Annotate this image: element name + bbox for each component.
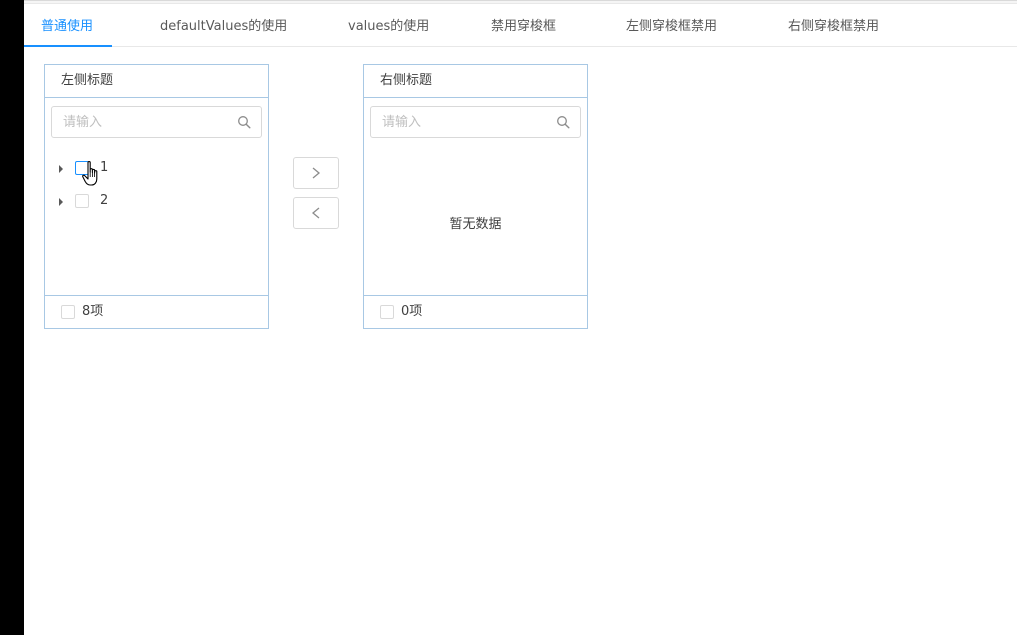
left-panel-footer: 8项 — [45, 295, 268, 328]
left-search-box — [51, 106, 262, 138]
tree-item-checkbox[interactable] — [75, 161, 89, 175]
right-search-box — [370, 106, 581, 138]
tab-values[interactable]: values的使用 — [348, 6, 429, 47]
left-select-all-checkbox[interactable] — [61, 305, 75, 319]
right-item-count: 0项 — [401, 304, 423, 319]
left-panel-title: 左侧标题 — [45, 65, 268, 98]
move-right-button[interactable] — [293, 157, 339, 189]
tree-item-label: 2 — [100, 193, 109, 208]
empty-placeholder-text: 暂无数据 — [449, 217, 502, 232]
tree-item-label: 1 — [100, 160, 109, 175]
top-border — [24, 0, 1017, 4]
tab-bar: 普通使用 defaultValues的使用 values的使用 禁用穿梭框 左侧… — [24, 6, 1017, 47]
caret-right-icon[interactable] — [59, 165, 63, 173]
right-panel-footer: 0项 — [364, 295, 587, 328]
left-item-count: 8项 — [82, 304, 104, 319]
search-icon[interactable] — [237, 115, 251, 129]
chevron-right-icon — [312, 167, 321, 179]
tab-default-values[interactable]: defaultValues的使用 — [160, 6, 287, 47]
right-panel-title: 右侧标题 — [364, 65, 587, 98]
tree-item-checkbox[interactable] — [75, 194, 89, 208]
left-transfer-panel: 左侧标题 1 2 8项 — [44, 64, 269, 329]
left-edge-bar — [0, 0, 24, 635]
tab-disabled-transfer[interactable]: 禁用穿梭框 — [491, 6, 556, 47]
left-search-input[interactable] — [52, 107, 243, 137]
search-icon[interactable] — [556, 115, 570, 129]
tab-normal-use[interactable]: 普通使用 — [41, 6, 93, 47]
right-select-all-checkbox[interactable] — [380, 305, 394, 319]
right-search-input[interactable] — [371, 107, 562, 137]
tab-right-disabled[interactable]: 右侧穿梭框禁用 — [788, 6, 879, 47]
page-main: 普通使用 defaultValues的使用 values的使用 禁用穿梭框 左侧… — [24, 0, 1017, 635]
right-transfer-panel: 右侧标题 暂无数据 0项 — [363, 64, 588, 329]
tree-item[interactable]: 1 — [45, 157, 268, 181]
active-tab-indicator — [24, 45, 112, 47]
tree-item[interactable]: 2 — [45, 190, 268, 214]
tab-left-disabled[interactable]: 左侧穿梭框禁用 — [626, 6, 717, 47]
caret-right-icon[interactable] — [59, 198, 63, 206]
move-left-button[interactable] — [293, 197, 339, 229]
chevron-left-icon — [311, 207, 320, 219]
